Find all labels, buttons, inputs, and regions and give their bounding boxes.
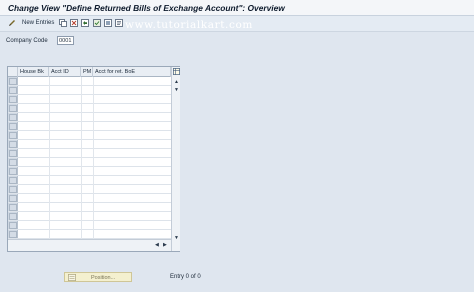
table-row[interactable] bbox=[8, 149, 171, 158]
row-selector[interactable] bbox=[9, 177, 17, 184]
table-row[interactable] bbox=[8, 140, 171, 149]
column-divider bbox=[93, 77, 94, 239]
row-selector[interactable] bbox=[9, 168, 17, 175]
table-control: House Bk Acct ID PM Acct for ret. BoE ▲ … bbox=[7, 66, 180, 252]
table-row[interactable] bbox=[8, 86, 171, 95]
row-selector[interactable] bbox=[9, 213, 17, 220]
select-all-rows-cell[interactable] bbox=[8, 67, 18, 77]
scroll-left-icon[interactable]: ◀ bbox=[155, 242, 159, 248]
vertical-scrollbar[interactable]: ▲ ▼ ▼ bbox=[171, 67, 180, 251]
detail-icon[interactable] bbox=[115, 19, 123, 27]
new-entries-button[interactable]: New Entries bbox=[22, 20, 54, 26]
table-row[interactable] bbox=[8, 95, 171, 104]
row-selector[interactable] bbox=[9, 150, 17, 157]
row-selector[interactable] bbox=[9, 78, 17, 85]
table-row[interactable] bbox=[8, 212, 171, 221]
column-header-pm[interactable]: PM bbox=[81, 67, 93, 77]
table-header: House Bk Acct ID PM Acct for ret. BoE bbox=[8, 67, 171, 77]
position-button-label: Position... bbox=[91, 274, 116, 281]
row-selector[interactable] bbox=[9, 87, 17, 94]
table-settings-icon[interactable] bbox=[173, 68, 180, 75]
row-selector[interactable] bbox=[9, 105, 17, 112]
table-row[interactable] bbox=[8, 77, 171, 86]
column-header-house-bk[interactable]: House Bk bbox=[18, 67, 49, 77]
horizontal-scrollbar[interactable]: ◀ ▶ bbox=[8, 239, 171, 251]
column-header-acct-for-ret-boe[interactable]: Acct for ret. BoE bbox=[93, 67, 171, 77]
table-row[interactable] bbox=[8, 185, 171, 194]
page-title: Change View "Define Returned Bills of Ex… bbox=[8, 3, 285, 13]
column-divider bbox=[49, 77, 50, 239]
scroll-up-icon[interactable]: ▲ bbox=[174, 79, 179, 85]
row-selector[interactable] bbox=[9, 141, 17, 148]
delete-icon[interactable] bbox=[70, 19, 78, 27]
scroll-down-end-icon[interactable]: ▼ bbox=[174, 235, 179, 241]
deselect-icon[interactable] bbox=[104, 19, 112, 27]
position-icon bbox=[68, 274, 76, 281]
row-selector[interactable] bbox=[9, 114, 17, 121]
table-row[interactable] bbox=[8, 122, 171, 131]
edit-icon[interactable] bbox=[8, 19, 16, 27]
row-selector[interactable] bbox=[9, 195, 17, 202]
column-header-acct-id[interactable]: Acct ID bbox=[49, 67, 81, 77]
copy-icon[interactable] bbox=[59, 19, 67, 27]
table-row[interactable] bbox=[8, 230, 171, 239]
row-selector[interactable] bbox=[9, 231, 17, 238]
row-selector[interactable] bbox=[9, 204, 17, 211]
watermark: www.tutorialkart.com bbox=[125, 19, 253, 31]
column-divider bbox=[81, 77, 82, 239]
row-selector[interactable] bbox=[9, 186, 17, 193]
scroll-right-icon[interactable]: ▶ bbox=[163, 242, 167, 248]
company-code-label: Company Code bbox=[6, 38, 48, 44]
scroll-down-icon[interactable]: ▼ bbox=[174, 87, 179, 93]
row-selector[interactable] bbox=[9, 96, 17, 103]
company-code-field[interactable]: 0001 bbox=[57, 36, 74, 45]
table-row[interactable] bbox=[8, 167, 171, 176]
table-row[interactable] bbox=[8, 176, 171, 185]
row-selector[interactable] bbox=[9, 132, 17, 139]
table-row[interactable] bbox=[8, 158, 171, 167]
table-row[interactable] bbox=[8, 131, 171, 140]
position-button[interactable]: Position... bbox=[64, 272, 132, 282]
table-row[interactable] bbox=[8, 203, 171, 212]
row-selector[interactable] bbox=[9, 159, 17, 166]
select-all-icon[interactable] bbox=[93, 19, 101, 27]
entry-count-label: Entry 0 of 0 bbox=[170, 274, 201, 280]
undo-icon[interactable] bbox=[81, 19, 89, 27]
table-row[interactable] bbox=[8, 194, 171, 203]
row-selector[interactable] bbox=[9, 123, 17, 130]
title-bar: Change View "Define Returned Bills of Ex… bbox=[0, 0, 474, 16]
table-row[interactable] bbox=[8, 104, 171, 113]
row-selector[interactable] bbox=[9, 222, 17, 229]
table-row[interactable] bbox=[8, 113, 171, 122]
table-row[interactable] bbox=[8, 221, 171, 230]
